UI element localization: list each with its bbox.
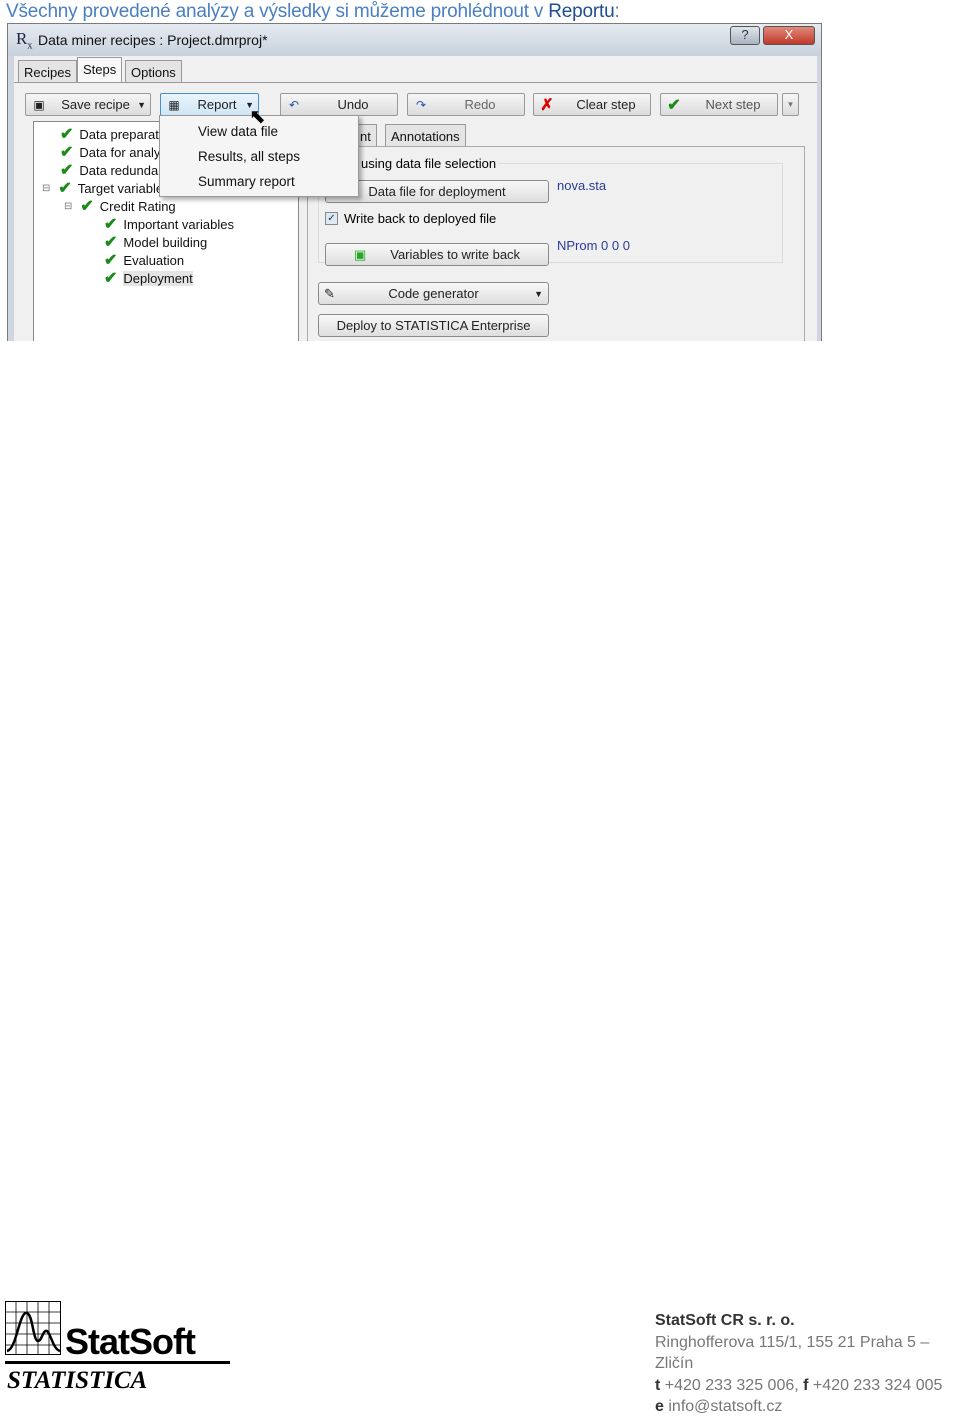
chevron-down-icon: ▼: [137, 99, 146, 110]
check-icon: ✔: [667, 96, 681, 114]
variables-label: Variables to write back: [390, 247, 521, 262]
company-address: Ringhofferova 115/1, 155 21 Praha 5 – Zl…: [655, 1333, 930, 1373]
toolbar-more-button[interactable]: ▼: [782, 93, 799, 116]
undo-icon: ↶: [288, 97, 300, 112]
undo-label: Undo: [337, 97, 369, 112]
check-icon: ✔: [80, 198, 94, 215]
window-title: Data miner recipes : Project.dmrproj*: [38, 32, 268, 48]
intro-highlight: Reportu: [548, 1, 615, 22]
clear-step-button[interactable]: ✗ Clear step: [533, 93, 651, 116]
data-file-value: nova.sta: [557, 178, 607, 193]
phone-label: t: [655, 1376, 661, 1394]
tree-item-label: Evaluation: [123, 252, 185, 268]
next-step-button[interactable]: ✔ Next step: [660, 93, 778, 116]
tree-item-label: Target variable: [77, 180, 164, 196]
tree-item-label: Credit Rating: [99, 198, 176, 214]
dialog-body: Recipes Steps Options ▣ Save recipe ▼ ▦ Rep…: [14, 56, 817, 341]
tab-recipes[interactable]: Recipes: [18, 60, 77, 82]
tree-item-label: Deployment: [123, 270, 193, 286]
floppy-icon: ▣: [33, 97, 45, 112]
tree-item[interactable]: ✔ Important variables: [104, 214, 234, 234]
report-button[interactable]: ▦ Report ▼: [160, 93, 259, 116]
code-icon: ✎: [324, 285, 335, 301]
code-generator-button[interactable]: ✎ Code generator ▼: [318, 282, 549, 305]
company-contact: StatSoft CR s. r. o. Ringhofferova 115/1…: [655, 1310, 960, 1418]
tree-item-label: Model building: [123, 234, 208, 250]
group-label: using data file selection: [358, 156, 500, 171]
collapse-icon[interactable]: ⊟: [42, 183, 50, 194]
menu-item-results-all-steps[interactable]: Results, all steps: [198, 149, 300, 164]
check-icon: ✔: [104, 270, 118, 287]
intro-suffix: :: [614, 1, 620, 22]
undo-button[interactable]: ↶ Undo: [280, 93, 398, 116]
intro-sentence: Všechny provedené analýzy a výsledky si …: [6, 1, 549, 22]
next-label: Next step: [705, 97, 761, 112]
variables-value: NProm 0 0 0: [557, 238, 630, 253]
email-label: e: [655, 1398, 664, 1415]
fax-label: f: [803, 1376, 809, 1394]
company-name: StatSoft CR s. r. o.: [655, 1312, 795, 1329]
chevron-down-icon: ▼: [534, 288, 543, 299]
save-label: Save recipe: [61, 97, 130, 112]
check-icon: ✔: [104, 252, 118, 269]
check-icon: ✔: [60, 162, 74, 179]
tree-item[interactable]: ⊟ ✔ Credit Rating: [64, 196, 176, 216]
close-button[interactable]: X: [763, 26, 815, 45]
write-back-checkbox[interactable]: ✓ Write back to deployed file: [325, 211, 496, 226]
app-icon: Rx: [16, 29, 33, 52]
report-icon: ▦: [168, 97, 180, 112]
mouse-cursor-icon: ⬉: [249, 106, 266, 128]
save-recipe-button[interactable]: ▣ Save recipe ▼: [25, 93, 151, 116]
tab-steps[interactable]: Steps: [77, 57, 123, 83]
tree-item[interactable]: ✔ Model building: [104, 232, 207, 252]
logo-brand: StatSoft: [65, 1321, 196, 1362]
chart-logo-icon: [5, 1301, 61, 1355]
redo-button[interactable]: ↷ Redo: [407, 93, 525, 116]
help-button[interactable]: ?: [730, 26, 760, 45]
tree-item-selected[interactable]: ✔ Deployment: [104, 268, 193, 288]
statsoft-logo: StatSoft STATISTICA: [5, 1301, 230, 1394]
report-label: Report: [197, 97, 237, 112]
x-icon: ✗: [540, 96, 554, 114]
tab-divider: [14, 82, 817, 83]
check-icon: ✔: [58, 180, 72, 197]
check-icon: ✔: [104, 234, 118, 251]
code-generator-label: Code generator: [388, 286, 479, 301]
redo-icon: ↷: [415, 97, 427, 112]
deployment-panel: using data file selection Data file for …: [307, 146, 805, 341]
checkbox-icon: ✓: [325, 212, 338, 225]
check-icon: ✔: [60, 144, 74, 161]
tree-item[interactable]: ⊟ ✔ Target variable: [42, 178, 163, 198]
check-icon: ✔: [60, 126, 74, 143]
email[interactable]: info@statsoft.cz: [668, 1398, 782, 1415]
deploy-enterprise-button[interactable]: Deploy to STATISTICA Enterprise: [318, 314, 549, 337]
logo-divider: [5, 1361, 230, 1364]
phone: +420 233 325 006,: [664, 1376, 799, 1394]
collapse-icon[interactable]: ⊟: [64, 201, 72, 212]
menu-item-view-data-file[interactable]: View data file: [198, 124, 278, 139]
tree-item-label: Important variables: [123, 216, 234, 232]
write-back-label: Write back to deployed file: [344, 211, 497, 226]
check-icon: ✔: [104, 216, 118, 233]
screenshot-window: Rx Data miner recipes : Project.dmrproj*…: [7, 23, 822, 341]
subtab-annotations[interactable]: Annotations: [385, 124, 466, 146]
tree-item[interactable]: ✔ Evaluation: [104, 250, 184, 270]
variables-button[interactable]: ▣ Variables to write back: [325, 243, 549, 266]
variables-icon: ▣: [353, 246, 367, 262]
menu-item-summary-report[interactable]: Summary report: [198, 174, 295, 189]
redo-label: Redo: [464, 97, 496, 112]
logo-product: STATISTICA: [7, 1367, 148, 1394]
fax: +420 233 324 005: [812, 1376, 943, 1394]
title-bar: Rx Data miner recipes : Project.dmrproj*…: [8, 24, 821, 56]
tab-options[interactable]: Options: [125, 60, 182, 82]
intro-text: Všechny provedené analýzy a výsledky si …: [6, 1, 620, 23]
clear-label: Clear step: [576, 97, 636, 112]
